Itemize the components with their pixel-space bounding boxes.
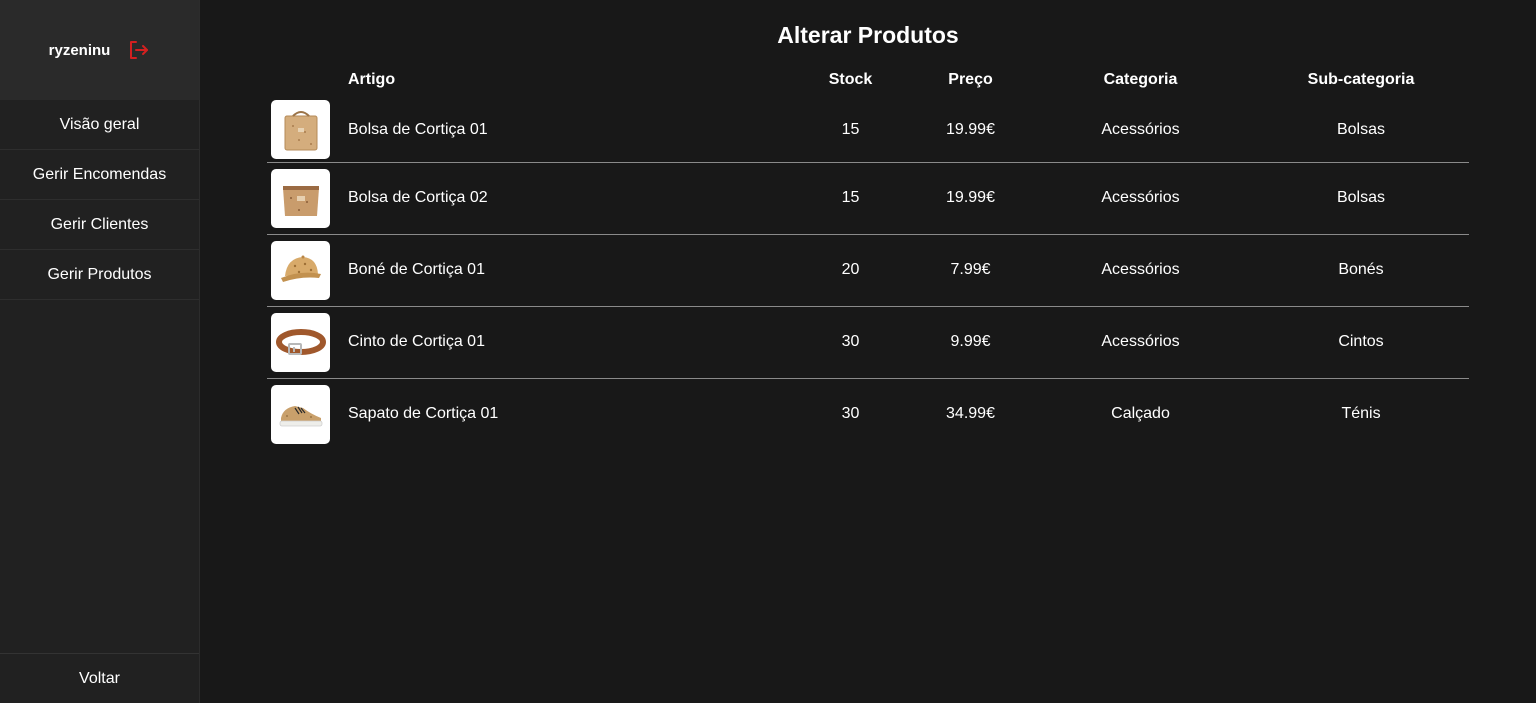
user-box: ryzeninu xyxy=(0,0,199,100)
header-preco: Preço xyxy=(948,71,993,88)
product-subcategory: Cintos xyxy=(1338,333,1384,350)
table-row[interactable]: Sapato de Cortiça 01 30 34.99€ Calçado T… xyxy=(267,378,1469,450)
table-header-row: Artigo Stock Preço Categoria Sub-categor… xyxy=(267,62,1469,98)
product-name: Bolsa de Cortiça 01 xyxy=(348,120,488,138)
product-stock: 30 xyxy=(841,405,860,423)
sidebar-item-gerir-encomendas[interactable]: Gerir Encomendas xyxy=(0,150,199,200)
logout-icon[interactable] xyxy=(126,38,150,62)
header-categoria: Categoria xyxy=(1103,71,1178,88)
product-stock: 20 xyxy=(841,261,860,278)
main-content: Alterar Produtos Artigo Stock Preço Cate… xyxy=(200,0,1536,703)
page-title: Alterar Produtos xyxy=(777,22,959,48)
product-category: Calçado xyxy=(1111,405,1170,423)
cork-bag-icon xyxy=(271,100,330,160)
app: ryzeninu Visão geral Gerir Encomendas Ge… xyxy=(0,0,1536,703)
sidebar-nav: Visão geral Gerir Encomendas Gerir Clien… xyxy=(0,100,199,300)
header-subcategoria: Sub-categoria xyxy=(1307,71,1415,88)
sidebar-item-gerir-clientes[interactable]: Gerir Clientes xyxy=(0,200,199,250)
product-subcategory: Ténis xyxy=(1341,405,1381,423)
table-row[interactable]: Bolsa de Cortiça 02 15 19.99€ Acessórios… xyxy=(267,162,1469,234)
product-category: Acessórios xyxy=(1101,189,1180,206)
product-name: Bolsa de Cortiça 02 xyxy=(348,189,488,206)
product-stock: 15 xyxy=(841,189,860,206)
sidebar-item-gerir-produtos[interactable]: Gerir Produtos xyxy=(0,250,199,300)
back-button[interactable]: Voltar xyxy=(0,653,199,703)
product-subcategory: Bolsas xyxy=(1336,120,1386,138)
header-artigo: Artigo xyxy=(348,71,396,88)
product-price: 9.99€ xyxy=(950,333,991,350)
product-name: Sapato de Cortiça 01 xyxy=(348,405,499,423)
cork-belt-icon xyxy=(271,312,330,372)
products-table: Artigo Stock Preço Categoria Sub-categor… xyxy=(267,62,1469,450)
header-image xyxy=(267,62,348,98)
product-subcategory: Bonés xyxy=(1338,261,1384,278)
product-category: Acessórios xyxy=(1101,333,1180,350)
table-row[interactable]: Boné de Cortiça 01 20 7.99€ Acessórios B… xyxy=(267,234,1469,306)
product-name: Boné de Cortiça 01 xyxy=(348,261,485,278)
product-subcategory: Bolsas xyxy=(1336,189,1386,206)
header-stock: Stock xyxy=(828,71,873,88)
product-stock: 30 xyxy=(841,333,860,350)
product-price: 19.99€ xyxy=(946,189,995,206)
cork-pouch-icon xyxy=(271,168,330,228)
product-price: 7.99€ xyxy=(950,261,991,278)
sidebar: ryzeninu Visão geral Gerir Encomendas Ge… xyxy=(0,0,200,703)
cork-cap-icon xyxy=(271,240,330,300)
product-price: 19.99€ xyxy=(946,120,995,138)
table-row[interactable]: Cinto de Cortiça 01 30 9.99€ Acessórios … xyxy=(267,306,1469,378)
cork-sneaker-icon xyxy=(271,384,330,444)
sidebar-item-visao-geral[interactable]: Visão geral xyxy=(0,100,199,150)
table-row[interactable]: Bolsa de Cortiça 01 15 19.99€ Acessórios… xyxy=(267,98,1469,162)
product-price: 34.99€ xyxy=(946,405,995,423)
product-category: Acessórios xyxy=(1101,120,1180,138)
username: ryzeninu xyxy=(48,41,111,59)
product-category: Acessórios xyxy=(1101,261,1180,278)
product-name: Cinto de Cortiça 01 xyxy=(348,333,485,350)
product-stock: 15 xyxy=(841,120,860,138)
